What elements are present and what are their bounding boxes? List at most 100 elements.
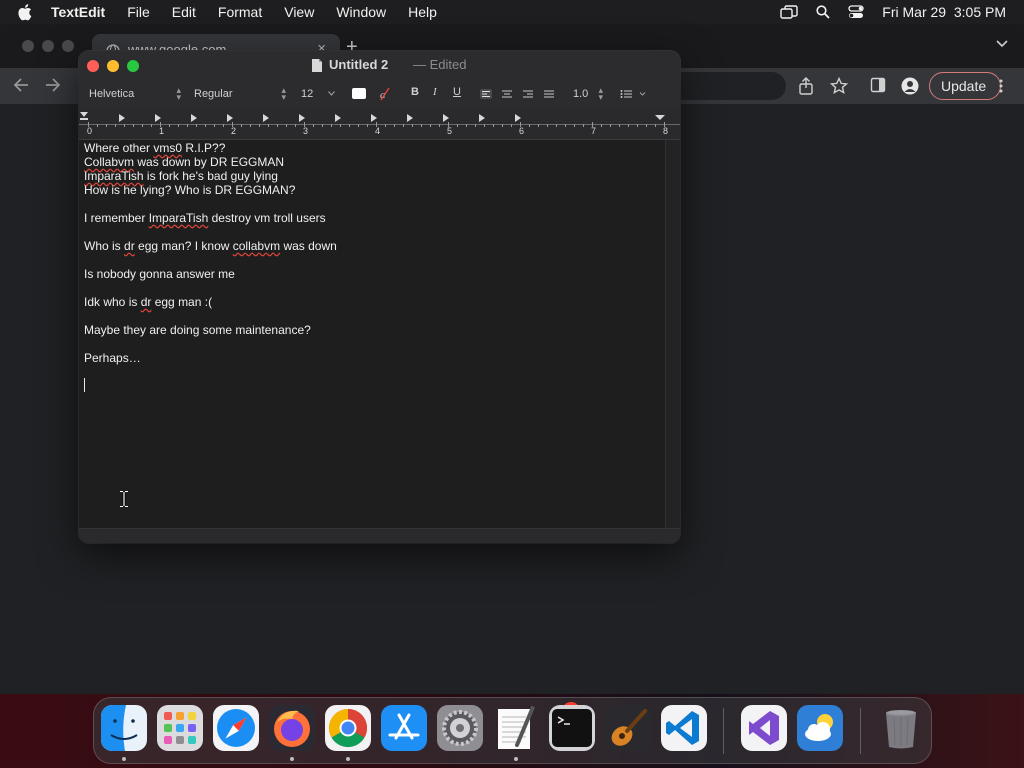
apple-logo-icon[interactable] [17,3,35,21]
text-color-well[interactable] [352,88,366,99]
dock-launchpad[interactable] [157,705,203,751]
running-indicator [122,757,126,761]
menu-file[interactable]: File [127,4,150,20]
dock-terminal[interactable] [549,705,595,751]
textedit-icon [498,705,535,749]
zoom-button[interactable] [127,60,139,72]
font-style-popup[interactable]: Regular ▴ ▾ [194,86,286,102]
update-label: Update [941,78,987,94]
firefox-icon [269,705,315,751]
text-line: Maybe they are doing some maintenance? [84,323,311,337]
misspelled-word: vms0 [153,141,183,155]
align-justify-icon[interactable] [543,89,555,99]
dock-system-settings[interactable] [437,705,483,751]
chevron-down-icon [328,91,335,96]
bookmark-star-icon[interactable] [830,77,848,95]
finder-icon [101,705,147,751]
textedit-bottom-edge [79,528,680,543]
spotlight-search-icon[interactable] [816,5,830,19]
more-menu-icon[interactable] [999,79,1003,93]
ruler-number: 1 [159,126,165,136]
text-line: Perhaps… [84,351,141,365]
line-spacing-value: 1.0 [573,88,589,100]
textedit-window: Untitled 2 — Edited Helvetica ▴ ▾ Regular… [79,51,680,543]
ruler-number: 8 [663,126,669,136]
text-cursor [84,378,85,392]
settings-gear-icon [437,705,483,751]
share-icon[interactable] [798,77,814,95]
minimize-button[interactable] [107,60,119,72]
safari-icon [213,705,259,751]
highlight-color-icon[interactable]: a [379,87,391,101]
profile-avatar-icon[interactable] [901,77,919,95]
close-button[interactable] [87,60,99,72]
chrome-minimize-button[interactable] [42,40,54,52]
text-line: I remember ImparaTish destroy vm troll u… [84,211,326,225]
misspelled-word: collabvm [232,239,281,253]
line-spacing-popup[interactable]: 1.0 ▴ ▾ [573,86,603,102]
document-status: — Edited [413,57,467,72]
bold-button[interactable]: B [411,86,419,98]
document-title: Untitled 2 [329,57,389,72]
chrome-zoom-button[interactable] [62,40,74,52]
menu-format[interactable]: Format [218,4,262,20]
dock-safari[interactable] [213,705,259,751]
dock-firefox[interactable] [269,705,315,751]
misspelled-word: dr [124,239,135,253]
dock-weather[interactable] [797,705,843,751]
font-family-value: Helvetica [89,88,135,100]
update-button[interactable]: Update [929,72,1001,100]
clock[interactable]: Fri Mar 29 3:05 PM [882,4,1006,20]
menu-view[interactable]: View [284,4,314,20]
vertical-scrollbar[interactable] [665,140,680,528]
underline-button[interactable]: U [453,86,461,98]
ruler-number: 7 [591,126,597,136]
ruler-number: 6 [519,126,525,136]
align-center-icon[interactable] [501,89,513,99]
italic-button[interactable]: I [433,86,437,98]
chrome-close-button[interactable] [22,40,34,52]
chevron-down-icon[interactable] [996,40,1008,48]
textedit-title-bar[interactable]: Untitled 2 — Edited [79,51,680,81]
running-indicator [290,757,294,761]
stage-manager-icon[interactable] [780,5,798,19]
side-panel-icon[interactable] [870,77,886,93]
misspelled-word: dr [140,295,152,309]
weather-cloud-icon [797,705,843,751]
ruler-number: 3 [303,126,309,136]
popup-arrows-icon: ▴ ▾ [281,85,286,102]
back-arrow-icon[interactable] [12,76,30,94]
align-right-icon[interactable] [522,89,534,99]
dock-chrome[interactable] [325,705,371,751]
menu-help[interactable]: Help [408,4,437,20]
ruler-number: 2 [231,126,237,136]
font-size-value: 12 [301,88,314,100]
misspelled-word: Collabvm [84,155,135,169]
dock-garageband[interactable] [605,705,651,751]
menu-app-textedit[interactable]: TextEdit [51,4,105,20]
dock-separator [860,708,861,754]
trash-icon [886,710,916,749]
text-line: Is nobody gonna answer me [84,267,235,281]
dock-finder[interactable] [101,705,147,751]
font-size-field[interactable]: 12 [301,86,335,102]
text-line: How is he lying? Who is DR EGGMAN? [84,183,296,197]
ruler[interactable]: 0 1 2 3 4 5 6 7 8 [79,109,680,140]
menu-window[interactable]: Window [336,4,386,20]
dock-visual-studio[interactable] [741,705,787,751]
dock-app-store[interactable] [381,705,427,751]
text-line: Idk who is dr egg man :( [84,295,213,309]
list-bullets-icon[interactable] [620,89,648,99]
menu-edit[interactable]: Edit [172,4,196,20]
ruler-number: 4 [375,126,381,136]
forward-arrow-icon[interactable] [44,76,62,94]
terminal-icon [549,705,595,751]
dock-vscode[interactable] [661,705,707,751]
running-indicator [514,757,518,761]
control-center-icon[interactable] [848,5,864,19]
dock-trash[interactable] [878,705,924,751]
dock-textedit[interactable] [493,705,539,751]
font-family-popup[interactable]: Helvetica ▴ ▾ [89,86,181,102]
align-left-icon[interactable] [480,89,492,99]
document-text-area[interactable]: Where other vms0 R.I.P?? Collabvm was do… [79,140,665,528]
